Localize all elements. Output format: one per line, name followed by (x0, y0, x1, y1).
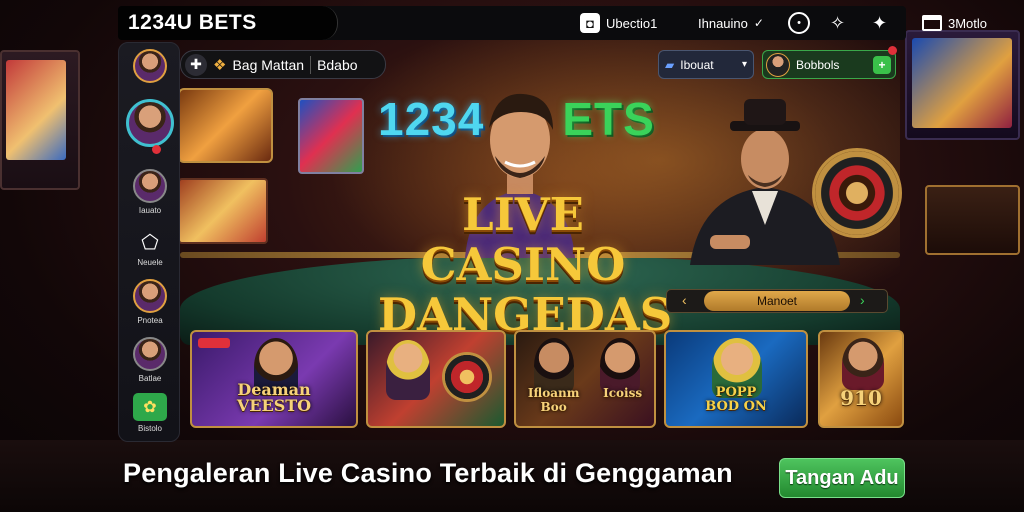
game-card-title: 910 (840, 386, 882, 410)
sidebar-item-label: Iauato (138, 206, 162, 215)
topbar-item-menu[interactable]: Ihnauino ✓ (698, 10, 764, 36)
chevron-left-icon[interactable]: ‹ (682, 292, 687, 308)
topbar-item-label: Ihnauino (698, 15, 748, 31)
divider (310, 55, 312, 74)
background-slot-c (178, 178, 268, 244)
market-button[interactable]: Manoet (704, 291, 850, 311)
sidebar-item-label: Neuele (137, 258, 163, 267)
game-card-title: Deaman VEESTO (192, 382, 356, 414)
hero-title: LIVE CASINO DANGEDAS (378, 188, 672, 340)
footer-caption: Pengaleran Live Casino Terbaik di Gengga… (123, 458, 733, 488)
sidebar-item-live[interactable] (119, 99, 181, 154)
avatar (133, 279, 167, 313)
avatar (133, 337, 167, 371)
avatar (766, 52, 790, 77)
chevron-right-icon[interactable]: › (860, 292, 865, 308)
sidebar-item-neuele[interactable]: ⬠ Neuele (119, 229, 181, 268)
gem-icon: ❖ (213, 56, 227, 74)
game-card-title-line2: Boo (540, 400, 567, 414)
host-thumbnail (842, 338, 884, 390)
topbar-item-app[interactable]: ◘ Ubectio1 (580, 10, 657, 36)
game-card[interactable] (366, 330, 506, 428)
live-badge (198, 338, 230, 348)
sidebar-item-profile[interactable] (119, 49, 181, 83)
game-card-title-line1: Ifloanm (527, 386, 580, 400)
game-card-title-line1: POPP (715, 385, 757, 400)
chevron-down-icon: ▾ (741, 59, 747, 70)
sidebar-item-bistolo[interactable]: ✿ Bistolo (119, 393, 181, 433)
globe-button[interactable]: ✦ (872, 10, 887, 36)
roulette-thumbnail (442, 352, 492, 402)
sidebar-item-label: Pnotea (137, 316, 163, 325)
add-icon: ✚ (185, 53, 207, 76)
topbar-item-label: 3Motlo (948, 15, 988, 31)
game-card[interactable]: Ifloanm Boo Icoiss (514, 330, 656, 428)
plus-icon: + (873, 55, 891, 74)
game-card-title: POPP BOD ON (666, 386, 806, 414)
game-card-title-right: Icoiss (603, 386, 643, 400)
hero-logo-number: 1234 (378, 93, 485, 145)
balance-button[interactable]: ▰ Ibouat ▾ (658, 50, 754, 79)
spark-icon: ✧ (830, 12, 846, 33)
sidebar-item-label: Bistolo (137, 424, 162, 433)
host-thumbnail (386, 340, 430, 400)
notification-dot (152, 145, 161, 154)
deposit-button[interactable]: Bobbols + (762, 50, 896, 79)
roulette-wheel (812, 148, 902, 238)
spark-button[interactable]: ✧ (830, 10, 845, 36)
background-screen-right (912, 38, 1012, 128)
sidebar-item-label: Batlae (138, 374, 162, 383)
filter-left-label: Bag Mattan (232, 56, 305, 73)
balance-label: Ibouat (680, 57, 714, 72)
game-card-title: Ifloanm Boo Icoiss (516, 386, 654, 414)
topbar-item-label: Ubectio1 (606, 15, 658, 31)
hero-logo-text: ETS (562, 93, 655, 145)
cta-button[interactable]: Tangan Adu (779, 458, 905, 498)
avatar (133, 49, 167, 83)
avatar (133, 169, 167, 203)
sidebar-item-batlae[interactable]: Batlae (119, 337, 181, 383)
background-slot-reels-right (925, 185, 1020, 255)
game-card[interactable]: POPP BOD ON (664, 330, 808, 428)
globe-icon: ✦ (872, 12, 888, 33)
share-icon: ⬠ (141, 231, 159, 254)
game-card-title-line2: BOD ON (705, 399, 767, 414)
game-card-title-line2: VEESTO (236, 396, 312, 415)
topbar-item-window[interactable]: 3Motlo (922, 10, 987, 36)
background-slot-b (298, 98, 364, 174)
game-card[interactable]: Deaman VEESTO (190, 330, 358, 428)
filter-right-label: Bdabo (317, 56, 358, 73)
chevron-icon: ✓ (753, 16, 764, 30)
bonus-icon: ✿ (133, 393, 167, 421)
deposit-label: Bobbols (796, 57, 840, 72)
background-slot-a (178, 88, 273, 163)
hero-title-line1: LIVE CASINO (420, 188, 626, 291)
notification-dot (888, 46, 897, 55)
sidebar: Iauato ⬠ Neuele Pnotea Batlae ✿ Bistolo (118, 42, 180, 442)
window-icon (922, 15, 942, 31)
brand-logo[interactable]: 1234U BETS (128, 11, 257, 35)
avatar (126, 99, 174, 147)
sidebar-item-pnotea[interactable]: Pnotea (119, 279, 181, 325)
game-filter-pill[interactable]: ✚ ❖ Bag Mattan Bdabo (180, 50, 386, 79)
sidebar-item-iauato[interactable]: Iauato (119, 169, 181, 215)
hero-logo: 1234 ETS (378, 92, 655, 146)
game-card[interactable]: 910 (818, 330, 904, 428)
wallet-icon: ▰ (665, 57, 675, 72)
chat-icon: • (788, 12, 810, 34)
chat-button[interactable]: • (788, 10, 810, 36)
app-icon: ◘ (580, 13, 600, 33)
background-screen-left (6, 60, 66, 160)
